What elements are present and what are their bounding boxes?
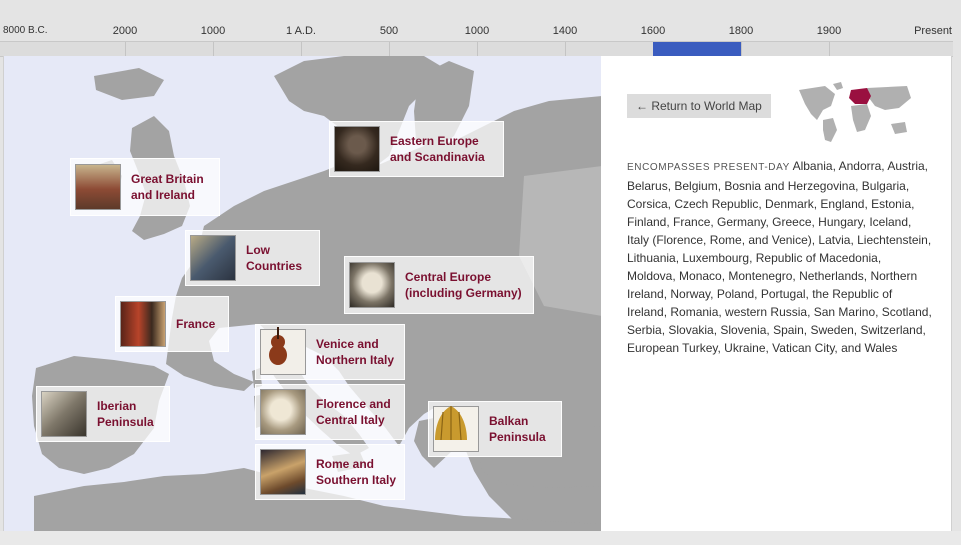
violin-icon	[260, 327, 306, 375]
region-venice-and-northern-italy[interactable]: Venice and Northern Italy	[255, 324, 405, 380]
timeline-label[interactable]: 1600	[641, 25, 665, 37]
marble-bust-icon	[349, 262, 395, 308]
region-low-countries[interactable]: Low Countries	[185, 230, 320, 286]
return-to-world-map-button[interactable]: ← Return to World Map	[627, 94, 771, 118]
region-central-europe[interactable]: Central Europe (including Germany)	[344, 256, 534, 314]
timeline-label[interactable]: 1900	[817, 25, 841, 37]
timeline-tick	[477, 42, 478, 56]
region-label: Rome and Southern Italy	[316, 457, 397, 487]
timeline-tick	[389, 42, 390, 56]
genre-painting-icon	[190, 235, 236, 281]
timeline-tick	[565, 42, 566, 56]
europe-highlight-icon	[849, 88, 871, 104]
timeline: 8000 B.C. 2000 1000 1 A.D. 500 1000 1400…	[0, 0, 961, 57]
etching-icon	[41, 391, 87, 437]
region-eastern-europe-and-scandinavia[interactable]: Eastern Europe and Scandinavia	[329, 121, 504, 177]
bust-portrait-icon	[334, 126, 380, 172]
region-label: Low Countries	[246, 243, 303, 273]
region-label: Iberian Peninsula	[97, 399, 154, 429]
region-balkan-peninsula[interactable]: Balkan Peninsula	[428, 401, 562, 457]
timeline-selected-period[interactable]	[653, 42, 741, 56]
encompasses-label: ENCOMPASSES PRESENT-DAY	[627, 162, 790, 173]
europe-map: Great Britain and Ireland Eastern Europe…	[3, 56, 602, 531]
timeline-label[interactable]: 8000 B.C.	[3, 25, 47, 36]
group-painting-icon	[120, 301, 166, 347]
region-label: Florence and Central Italy	[316, 397, 391, 427]
bottom-strip	[0, 531, 961, 545]
timeline-tick	[213, 42, 214, 56]
timeline-tick	[829, 42, 830, 56]
timeline-label[interactable]: Present	[914, 25, 952, 37]
region-label: Venice and Northern Italy	[316, 337, 395, 367]
countries-list: Albania, Andorra, Austria, Belarus, Belg…	[627, 159, 932, 355]
region-florence-and-central-italy[interactable]: Florence and Central Italy	[255, 384, 405, 440]
timeline-label[interactable]: 1000	[201, 25, 225, 37]
golden-helmet-icon	[433, 406, 479, 452]
region-label: Central Europe (including Germany)	[405, 270, 522, 300]
timeline-label[interactable]: 1400	[553, 25, 577, 37]
region-label: Eastern Europe and Scandinavia	[390, 134, 485, 164]
region-label: France	[176, 317, 216, 331]
figure-painting-icon	[260, 449, 306, 495]
region-rome-and-southern-italy[interactable]: Rome and Southern Italy	[255, 444, 405, 500]
timeline-label[interactable]: 500	[380, 25, 398, 37]
region-info-panel: ← Return to World Map ENCOMPASSES PRESEN…	[601, 56, 952, 531]
region-label: Great Britain and Ireland	[131, 172, 204, 202]
timeline-tick	[741, 42, 742, 56]
timeline-label[interactable]: 1800	[729, 25, 753, 37]
timeline-label[interactable]: 2000	[113, 25, 137, 37]
encompasses-countries: ENCOMPASSES PRESENT-DAY Albania, Andorra…	[627, 157, 932, 357]
timeline-label[interactable]: 1000	[465, 25, 489, 37]
timeline-tick	[301, 42, 302, 56]
portrait-standing-figure-icon	[75, 164, 121, 210]
region-label: Balkan Peninsula	[489, 414, 546, 444]
timeline-bar[interactable]	[0, 41, 953, 57]
sculpted-head-icon	[260, 389, 306, 435]
region-great-britain-and-ireland[interactable]: Great Britain and Ireland	[70, 158, 220, 216]
timeline-tick	[125, 42, 126, 56]
region-france[interactable]: France	[115, 296, 229, 352]
region-iberian-peninsula[interactable]: Iberian Peninsula	[36, 386, 170, 442]
timeline-label[interactable]: 1 A.D.	[286, 25, 316, 37]
world-map-thumbnail[interactable]	[795, 80, 915, 146]
